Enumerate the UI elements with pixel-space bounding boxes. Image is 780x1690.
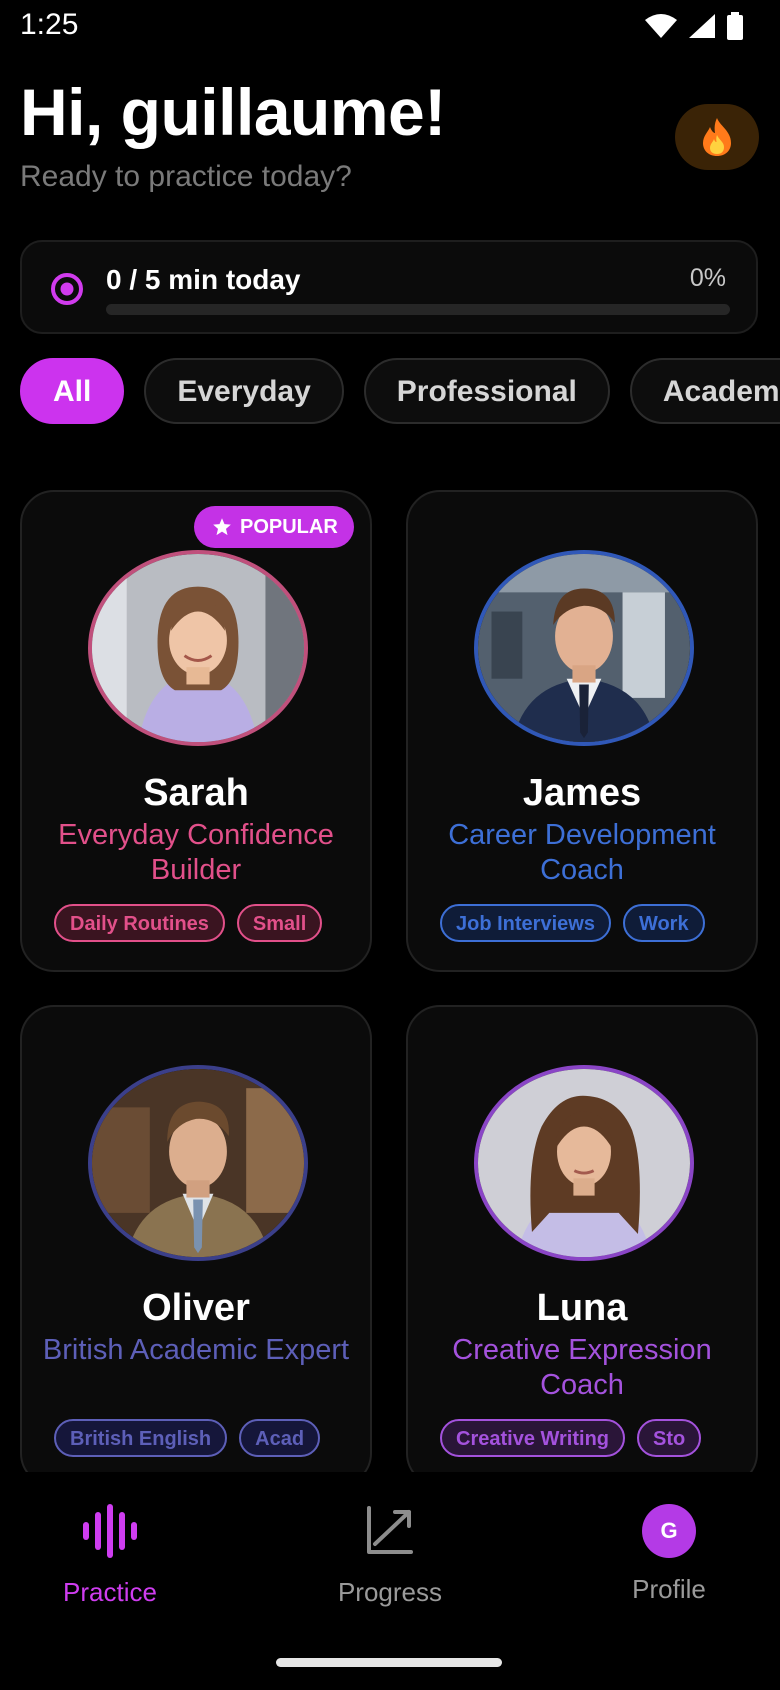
coach-card-sarah[interactable]: Sarah Everyday Confidence Builder Daily … xyxy=(20,490,372,972)
greeting-title: Hi, guillaume! xyxy=(20,75,446,149)
popular-badge: POPULAR xyxy=(194,506,354,548)
signal-icon xyxy=(689,14,715,38)
coach-role: Everyday Confidence Builder xyxy=(58,819,334,886)
coach-role: Creative Expression Coach xyxy=(452,1334,712,1401)
greeting-subtitle: Ready to practice today? xyxy=(20,160,352,193)
coach-tag: Acad xyxy=(239,1419,321,1457)
star-icon xyxy=(213,518,231,536)
coach-tag: Creative Writing xyxy=(440,1419,625,1457)
coach-name: Luna xyxy=(536,1287,628,1329)
coach-tag: Small xyxy=(236,904,323,942)
coach-avatar xyxy=(88,1065,308,1261)
home-indicator[interactable] xyxy=(276,1658,502,1667)
coach-tag: Work xyxy=(622,904,705,942)
coach-tag: Sto xyxy=(637,1419,702,1457)
coach-tags: British English Acad xyxy=(54,1419,332,1457)
coach-avatar xyxy=(474,1065,694,1261)
goal-progress-bar xyxy=(106,304,730,315)
goal-percent: 0% xyxy=(689,264,726,292)
coach-tags: Daily Routines Small xyxy=(54,904,334,942)
filter-chip-everyday[interactable]: Everyday xyxy=(144,358,344,424)
battery-icon xyxy=(727,12,743,40)
coach-role: British Academic Expert xyxy=(42,1334,350,1366)
streak-button[interactable] xyxy=(675,104,759,170)
coach-card-oliver[interactable]: Oliver British Academic Expert British E… xyxy=(20,1005,372,1487)
coach-tag: Daily Routines xyxy=(54,904,225,942)
coach-avatar xyxy=(88,550,308,746)
daily-goal-card[interactable]: 0 / 5 min today 0% xyxy=(20,240,758,334)
coach-tags: Job Interviews Work xyxy=(440,904,717,942)
fire-icon xyxy=(703,118,731,156)
soundwave-icon xyxy=(83,1504,137,1558)
popular-badge-label: POPULAR xyxy=(240,515,338,538)
target-icon xyxy=(51,273,83,305)
nav-profile[interactable]: G Profile xyxy=(569,1504,769,1605)
status-time: 1:25 xyxy=(20,8,79,41)
coach-tag: Job Interviews xyxy=(440,904,611,942)
category-filters: All Everyday Professional Academic xyxy=(20,358,780,428)
nav-progress[interactable]: Progress xyxy=(290,1504,490,1608)
profile-avatar: G xyxy=(642,1504,696,1558)
status-icons xyxy=(644,12,744,40)
nav-progress-label: Progress xyxy=(337,1577,443,1607)
chart-trend-icon xyxy=(367,1506,413,1554)
filter-chip-all[interactable]: All xyxy=(20,358,125,424)
coach-role: Career Development Coach xyxy=(448,819,716,886)
status-bar: 1:25 xyxy=(0,0,780,56)
filter-chip-academic[interactable]: Academic xyxy=(629,358,780,424)
coach-avatar xyxy=(474,550,694,746)
coach-card-james[interactable]: James Career Development Coach Job Inter… xyxy=(406,490,758,972)
nav-profile-label: Profile xyxy=(632,1574,706,1604)
wifi-icon xyxy=(645,14,677,38)
coach-card-luna[interactable]: Luna Creative Expression Coach Creative … xyxy=(406,1005,758,1487)
coach-name: James xyxy=(522,772,642,814)
goal-label: 0 / 5 min today xyxy=(106,264,301,295)
coach-name: Sarah xyxy=(143,772,249,814)
nav-practice-label: Practice xyxy=(63,1577,157,1607)
coach-tag: British English xyxy=(54,1419,228,1457)
nav-practice[interactable]: Practice xyxy=(10,1504,210,1608)
coach-tags: Creative Writing Sto xyxy=(440,1419,713,1457)
coach-name: Oliver xyxy=(142,1287,250,1329)
filter-chip-professional[interactable]: Professional xyxy=(363,358,610,424)
